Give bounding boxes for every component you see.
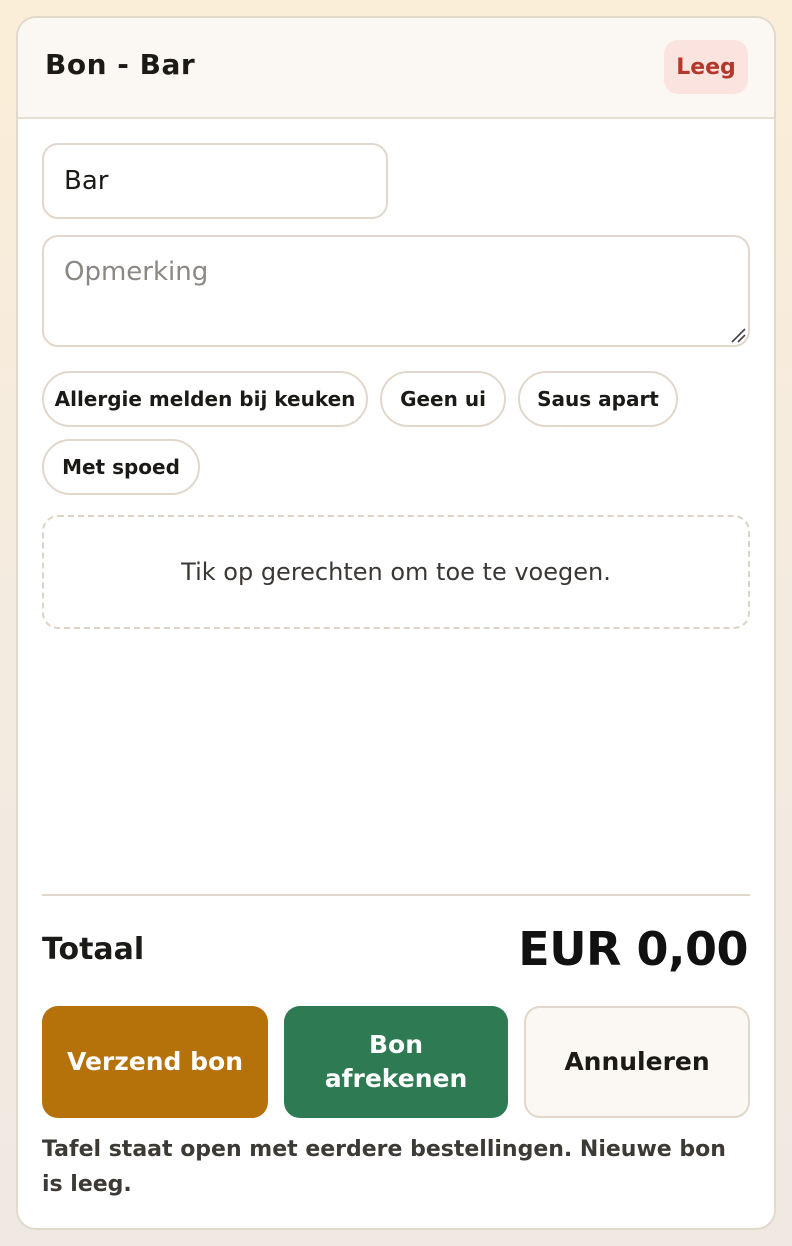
cancel-label: Annuleren (564, 1047, 710, 1076)
chip-urgent[interactable]: Met spoed (42, 439, 200, 495)
chip-sauce-separate[interactable]: Saus apart (518, 371, 678, 427)
cancel-button[interactable]: Annuleren (524, 1006, 750, 1118)
checkout-ticket-label: Bon afrekenen (324, 1030, 468, 1093)
empty-order-placeholder: Tik op gerechten om toe te voegen. (42, 515, 750, 629)
ticket-title: Bon - Bar (45, 48, 196, 81)
send-ticket-button[interactable]: Verzend bon (42, 1006, 268, 1118)
total-amount: EUR 0,00 (518, 922, 748, 976)
status-badge: Leeg (664, 40, 748, 94)
send-ticket-label: Verzend bon (66, 1047, 244, 1076)
resize-grip-icon[interactable] (730, 327, 746, 343)
chip-no-onion[interactable]: Geen ui (380, 371, 506, 427)
note-textarea[interactable] (42, 235, 750, 347)
order-ticket-card: Bon - Bar Leeg Allergie melden bij keuke… (16, 16, 776, 1230)
empty-order-text: Tik op gerechten om toe te voegen. (181, 558, 611, 586)
checkout-ticket-button[interactable]: Bon afrekenen (284, 1006, 508, 1118)
chip-allergy[interactable]: Allergie melden bij keuken (42, 371, 368, 427)
status-note: Tafel staat open met eerdere bestellinge… (42, 1137, 726, 1197)
ticket-name-input[interactable] (42, 143, 388, 219)
ticket-header: Bon - Bar Leeg (18, 18, 774, 119)
total-label: Totaal (42, 932, 145, 967)
divider (42, 894, 750, 896)
